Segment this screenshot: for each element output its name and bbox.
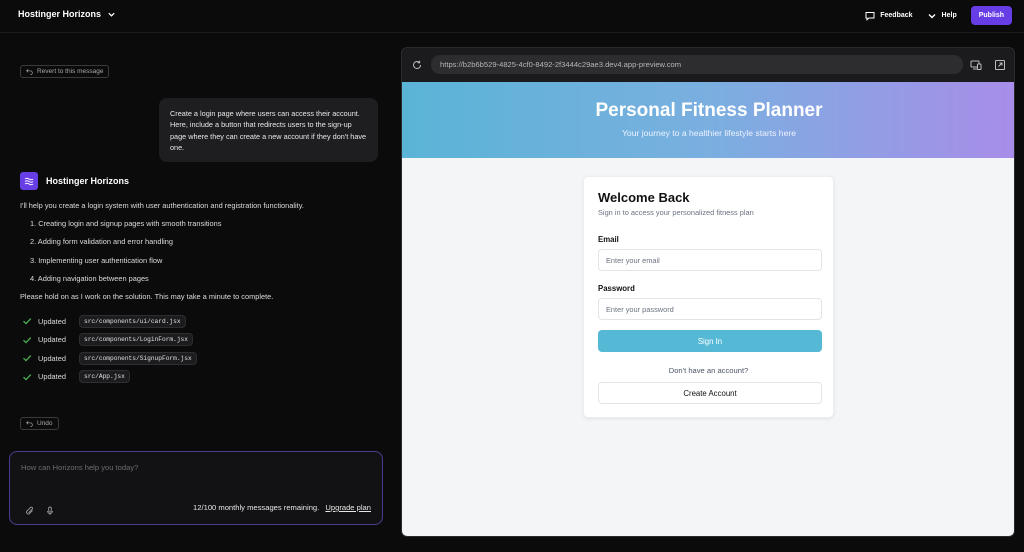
devices-icon[interactable] [970,59,982,71]
update-label: Updated [38,335,66,345]
composer: 12/100 monthly messages remaining. Upgra… [9,451,383,525]
file-chip[interactable]: src/components/ui/card.jsx [79,314,186,328]
help-label: Help [941,12,957,19]
card-title: Welcome Back [598,190,690,205]
sign-in-button[interactable]: Sign In [598,330,822,352]
prompt-input[interactable] [21,463,371,489]
card-subtitle: Sign in to access your personalized fitn… [598,208,754,217]
list-item: 4. Adding navigation between pages [30,273,149,283]
password-label: Password [598,284,635,293]
undo-button[interactable]: Undo [20,417,59,430]
update-row: Updated src/components/ui/card.jsx [22,312,197,331]
header-divider [0,32,1024,33]
preview-site: Personal Fitness Planner Your journey to… [402,82,1014,536]
hero-title: Personal Fitness Planner [595,100,823,121]
password-field[interactable] [598,298,822,320]
feedback-label: Feedback [880,12,913,19]
publish-button[interactable]: Publish [970,6,1012,25]
update-row: Updated src/components/LoginForm.jsx [22,331,197,350]
attach-icon[interactable] [25,503,35,515]
update-label: Updated [38,316,66,326]
update-label: Updated [38,372,66,382]
top-bar: Hostinger Horizons Feedback Help Publish [0,0,1024,32]
file-chip[interactable]: src/components/SignupForm.jsx [79,351,197,365]
update-row: Updated src/components/SignupForm.jsx [22,349,197,368]
assistant-header: Hostinger Horizons [20,172,129,190]
chevron-down-icon [928,13,936,18]
undo-icon [26,421,33,427]
check-icon [23,355,32,362]
update-label: Updated [38,353,66,363]
check-icon [23,336,32,344]
user-message: Create a login page where users can acce… [159,98,378,162]
no-account-text: Don't have an account? [668,366,749,375]
assistant-outro: Please hold on as I work on the solution… [20,292,274,301]
login-card: Welcome Back Sign in to access your pers… [583,176,834,418]
preview-panel: https://b2b6b529-4825-4cf0-8492-2f3444c2… [401,47,1015,537]
check-icon [23,373,32,381]
hero-banner: Personal Fitness Planner Your journey to… [402,82,1014,158]
list-item: 2. Adding form validation and error hand… [30,237,173,247]
list-item: 3. Implementing user authentication flow [30,255,163,265]
update-list: Updated src/components/ui/card.jsx Updat… [22,312,197,386]
feedback-button[interactable]: Feedback [865,11,913,21]
undo-label: Undo [37,420,53,427]
usage-info: 12/100 monthly messages remaining. Upgra… [193,503,371,512]
check-icon [23,318,32,325]
refresh-icon[interactable] [412,60,422,70]
message-icon [865,11,875,21]
revert-label: Revert to this message [37,68,104,75]
help-button[interactable]: Help [927,11,957,21]
project-menu[interactable]: Hostinger Horizons [18,9,116,19]
preview-toolbar: https://b2b6b529-4825-4cf0-8492-2f3444c2… [402,48,1014,82]
email-field[interactable] [598,249,822,271]
steps-list: 1. Creating login and signup pages with … [30,219,221,292]
app-title: Hostinger Horizons [18,9,102,19]
upgrade-link[interactable]: Upgrade plan [325,503,371,512]
assistant-name: Hostinger Horizons [46,176,130,186]
chevron-down-icon [108,12,115,17]
horizons-logo-icon [20,172,38,190]
assistant-intro: I'll help you create a login system with… [20,201,304,210]
hero-subtitle: Your journey to a healthier lifestyle st… [621,128,797,138]
revert-button[interactable]: Revert to this message [20,65,110,78]
url-bar[interactable]: https://b2b6b529-4825-4cf0-8492-2f3444c2… [431,55,963,74]
remaining-text: 12/100 monthly messages remaining. [193,503,320,512]
list-item: 1. Creating login and signup pages with … [30,219,222,228]
create-account-button[interactable]: Create Account [598,382,822,404]
open-external-icon[interactable] [994,59,1006,71]
undo-icon [26,69,33,75]
file-chip[interactable]: src/App.jsx [79,370,130,384]
microphone-icon[interactable] [45,503,55,515]
update-row: Updated src/App.jsx [22,368,197,387]
file-chip[interactable]: src/components/LoginForm.jsx [79,333,193,347]
email-label: Email [598,235,619,244]
